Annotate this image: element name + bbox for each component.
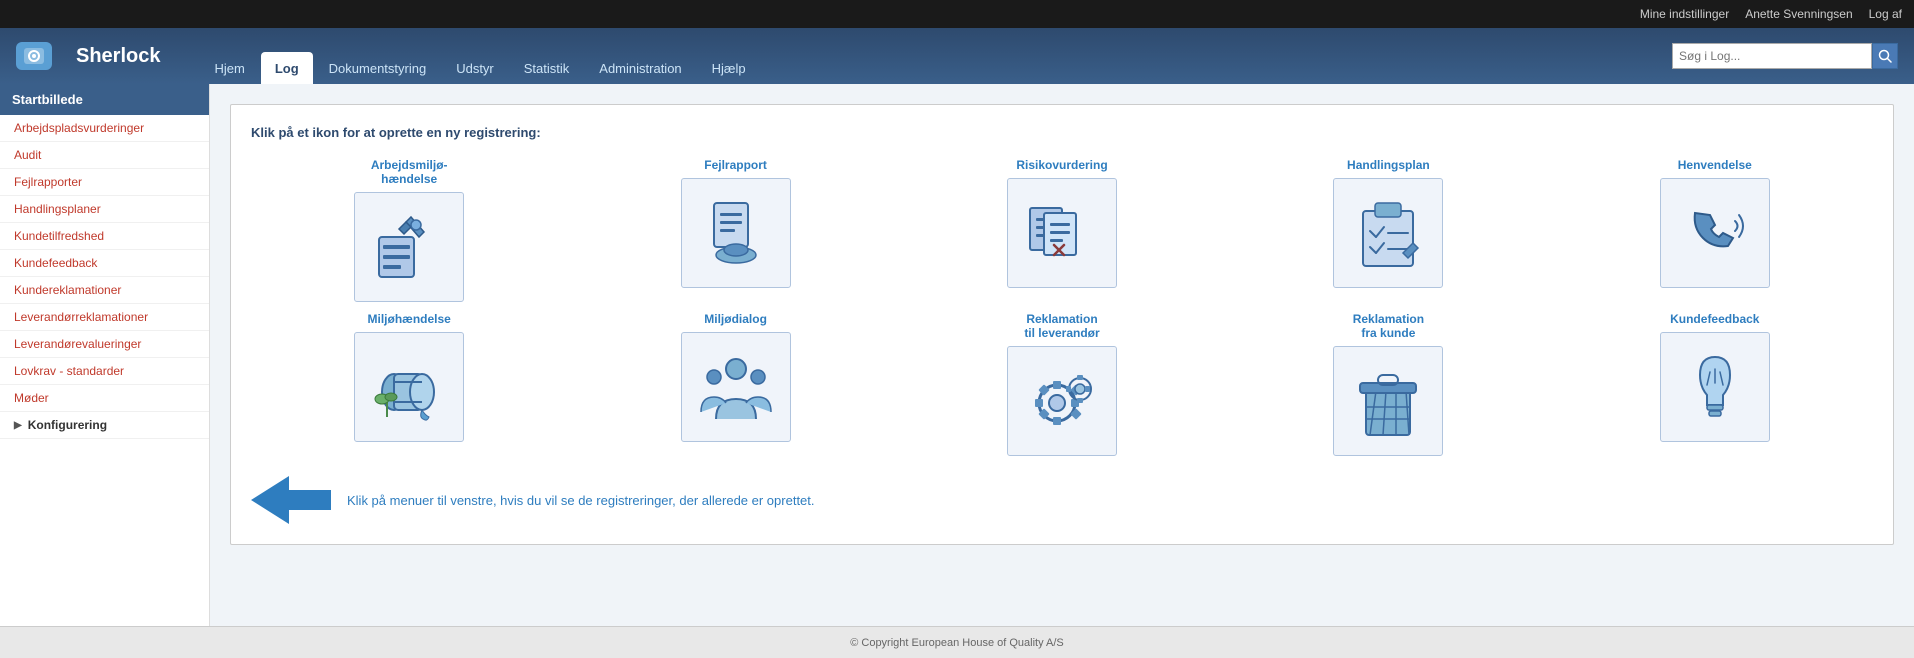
icon-miljoehændelse[interactable]: Miljøhændelse [251, 312, 567, 456]
top-bar: Mine indstillinger Anette Svenningsen Lo… [0, 0, 1914, 28]
arrow-text: Klik på menuer til venstre, hvis du vil … [347, 493, 815, 508]
search-input[interactable] [1672, 43, 1872, 69]
icon-img-reklamation-leverandoer [1007, 346, 1117, 456]
sidebar-item-fejlrapporter[interactable]: Fejlrapporter [0, 169, 209, 196]
icon-img-miljoedialog [681, 332, 791, 442]
icon-img-miljoehændelse [354, 332, 464, 442]
arrow-left-icon [251, 476, 331, 524]
icon-img-arbejdsmiljoe [354, 192, 464, 302]
sidebar: Startbillede Arbejdspladsvurderinger Aud… [0, 84, 210, 626]
search-button[interactable] [1872, 43, 1898, 69]
arrow-hint: Klik på menuer til venstre, hvis du vil … [251, 476, 1873, 524]
icon-label-miljoehændelse: Miljøhændelse [368, 312, 451, 326]
icon-label-henvendelse: Henvendelse [1678, 158, 1752, 172]
icon-fejlrapport[interactable]: Fejlrapport [577, 158, 893, 302]
icons-grid: Arbejdsmiljø-hændelse [251, 158, 1873, 456]
sidebar-item-leverandoerreklamationer[interactable]: Leverandørreklamationer [0, 304, 209, 331]
icon-risikovurdering[interactable]: Risikovurdering [904, 158, 1220, 302]
icon-label-kundefeedback: Kundefeedback [1670, 312, 1759, 326]
icon-reklamation-kunde[interactable]: Reklamationfra kunde [1230, 312, 1546, 456]
icon-label-risikovurdering: Risikovurdering [1016, 158, 1107, 172]
icon-img-fejlrapport [681, 178, 791, 288]
icon-label-handlingsplan: Handlingsplan [1347, 158, 1430, 172]
icon-label-reklamation-kunde: Reklamationfra kunde [1353, 312, 1424, 340]
icon-img-kundefeedback [1660, 332, 1770, 442]
main-content: Klik på et ikon for at oprette en ny reg… [210, 84, 1914, 626]
nav-item-statistik[interactable]: Statistik [510, 52, 584, 84]
icon-img-handlingsplan [1333, 178, 1443, 288]
nav-item-dokumentstyring[interactable]: Dokumentstyring [315, 52, 441, 84]
icon-reklamation-leverandoer[interactable]: Reklamationtil leverandør [904, 312, 1220, 456]
nav-item-hjaelp[interactable]: Hjælp [698, 52, 760, 84]
sidebar-item-leverandoerevalueringer[interactable]: Leverandørevalueringer [0, 331, 209, 358]
icon-label-miljoedialog: Miljødialog [704, 312, 767, 326]
sidebar-item-handlingsplaner[interactable]: Handlingsplaner [0, 196, 209, 223]
icon-img-risikovurdering [1007, 178, 1117, 288]
icon-arbejdsmiljoe[interactable]: Arbejdsmiljø-hændelse [251, 158, 567, 302]
icon-label-fejlrapport: Fejlrapport [704, 158, 767, 172]
footer-text: © Copyright European House of Quality A/… [850, 637, 1064, 649]
content-box: Klik på et ikon for at oprette en ny reg… [230, 104, 1894, 545]
username-label: Anette Svenningsen [1745, 7, 1852, 21]
click-instruction: Klik på et ikon for at oprette en ny reg… [251, 125, 1873, 140]
icon-kundefeedback[interactable]: Kundefeedback [1557, 312, 1873, 456]
sidebar-item-lovkrav[interactable]: Lovkrav - standarder [0, 358, 209, 385]
konfigurering-label: Konfigurering [28, 418, 107, 432]
app-title: Sherlock [76, 45, 160, 68]
icon-henvendelse[interactable]: Henvendelse [1557, 158, 1873, 302]
sidebar-item-kundetilfredshed[interactable]: Kundetilfredshed [0, 223, 209, 250]
main-nav: Hjem Log Dokumentstyring Udstyr Statisti… [200, 28, 1652, 84]
nav-item-log[interactable]: Log [261, 52, 313, 84]
settings-link[interactable]: Mine indstillinger [1640, 7, 1729, 21]
icon-img-henvendelse [1660, 178, 1770, 288]
sidebar-item-konfigurering[interactable]: ▶ Konfigurering [0, 412, 209, 439]
icon-miljoedialog[interactable]: Miljødialog [577, 312, 893, 456]
nav-item-udstyr[interactable]: Udstyr [442, 52, 508, 84]
sidebar-header: Startbillede [0, 84, 209, 115]
icon-label-arbejdsmiljoe: Arbejdsmiljø-hændelse [371, 158, 448, 186]
nav-item-administration[interactable]: Administration [585, 52, 695, 84]
nav-item-hjem[interactable]: Hjem [200, 52, 258, 84]
logout-link[interactable]: Log af [1869, 7, 1902, 21]
icon-img-reklamation-kunde [1333, 346, 1443, 456]
arrow-icon: ▶ [14, 420, 22, 431]
search-area [1672, 43, 1898, 69]
icon-label-reklamation-leverandoer: Reklamationtil leverandør [1024, 312, 1099, 340]
sidebar-item-kundereklamationer[interactable]: Kundereklamationer [0, 277, 209, 304]
app-logo [16, 42, 52, 70]
header: Sherlock Hjem Log Dokumentstyring Udstyr… [0, 28, 1914, 84]
sidebar-item-moeder[interactable]: Møder [0, 385, 209, 412]
sidebar-item-arbejdspladsvurderinger[interactable]: Arbejdspladsvurderinger [0, 115, 209, 142]
sidebar-item-kundefeedback[interactable]: Kundefeedback [0, 250, 209, 277]
footer: © Copyright European House of Quality A/… [0, 626, 1914, 658]
icon-handlingsplan[interactable]: Handlingsplan [1230, 158, 1546, 302]
sidebar-item-audit[interactable]: Audit [0, 142, 209, 169]
layout: Startbillede Arbejdspladsvurderinger Aud… [0, 84, 1914, 626]
